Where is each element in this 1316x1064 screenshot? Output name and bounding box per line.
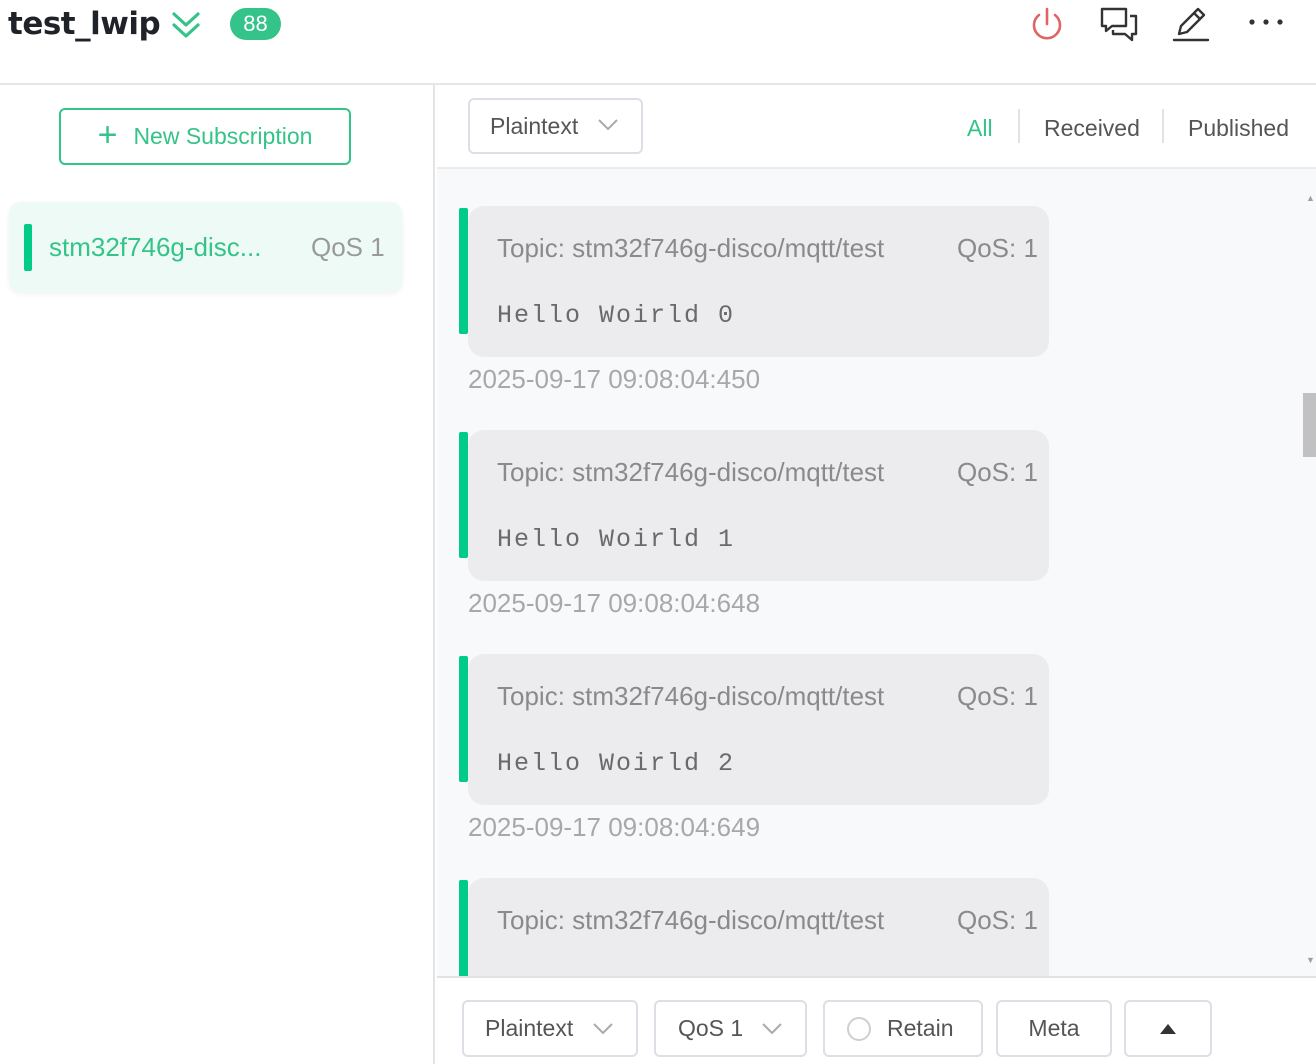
message-timestamp: 2025-09-17 09:08:04:649	[468, 812, 761, 842]
message-item[interactable]: Topic: stm32f746g-disco/mqtt/test QoS: 1…	[459, 206, 1049, 396]
scroll-down-arrow-icon[interactable]: ▼	[1306, 955, 1315, 965]
subscription-topic: stm32f746g-disc...	[49, 232, 262, 262]
chevron-down-icon	[593, 1023, 613, 1035]
new-subscription-button[interactable]: + New Subscription	[59, 108, 351, 165]
scrollbar-thumb[interactable]	[1303, 393, 1316, 457]
connection-header: test_lwip 88	[0, 0, 1316, 85]
connection-name: test_lwip	[8, 6, 161, 42]
message-toolbar: Plaintext All Received Published	[437, 85, 1316, 169]
publish-format-value: Plaintext	[485, 1015, 574, 1041]
message-timestamp: 2025-09-17 09:08:04:648	[468, 588, 761, 618]
chevron-down-icon	[762, 1023, 782, 1035]
message-bubble: Topic: stm32f746g-disco/mqtt/test QoS: 1	[468, 878, 1049, 976]
publish-bar: Plaintext QoS 1 Retain Meta	[437, 976, 1316, 1064]
message-timestamp: 2025-09-17 09:08:04:450	[468, 364, 761, 394]
message-item[interactable]: Topic: stm32f746g-disco/mqtt/test QoS: 1…	[459, 654, 1049, 844]
subscriptions-panel: + New Subscription stm32f746g-disc... Qo…	[0, 85, 435, 1064]
retain-radio[interactable]	[847, 1016, 871, 1041]
filter-received-tab[interactable]: Received	[1044, 115, 1140, 142]
message-color-bar	[459, 880, 468, 976]
message-item[interactable]: Topic: stm32f746g-disco/mqtt/test QoS: 1…	[459, 430, 1049, 620]
subscription-color-bar	[24, 224, 32, 271]
message-bubble: Topic: stm32f746g-disco/mqtt/test QoS: 1…	[468, 654, 1049, 805]
message-payload: Hello Woirld 2	[497, 749, 736, 778]
chat-messages-icon[interactable]	[1099, 4, 1139, 44]
meta-label: Meta	[1028, 1015, 1080, 1041]
filter-all-tab[interactable]: All	[967, 115, 993, 142]
payload-format-value: Plaintext	[490, 112, 579, 139]
more-options-icon[interactable]	[1246, 4, 1286, 44]
collapse-chevrons-icon[interactable]	[168, 8, 204, 44]
message-item[interactable]: Topic: stm32f746g-disco/mqtt/test QoS: 1	[459, 878, 1049, 976]
message-payload: Hello Woirld 0	[497, 301, 736, 330]
message-color-bar	[459, 208, 468, 334]
scroll-up-arrow-icon[interactable]: ▲	[1306, 193, 1315, 203]
chevron-down-icon	[598, 119, 618, 131]
message-qos: QoS: 1	[957, 681, 1038, 711]
retain-label: Retain	[887, 1015, 954, 1041]
message-color-bar	[459, 432, 468, 558]
retain-toggle[interactable]: Retain	[823, 1000, 983, 1057]
publish-format-select[interactable]: Plaintext	[462, 1000, 638, 1057]
filter-divider	[1162, 109, 1164, 143]
message-bubble: Topic: stm32f746g-disco/mqtt/test QoS: 1…	[468, 206, 1049, 357]
filter-published-tab[interactable]: Published	[1188, 115, 1289, 142]
meta-button[interactable]: Meta	[996, 1000, 1112, 1057]
message-qos: QoS: 1	[957, 233, 1038, 263]
plus-icon: +	[97, 115, 118, 154]
message-topic: Topic: stm32f746g-disco/mqtt/test	[497, 233, 885, 263]
disconnect-power-icon[interactable]	[1027, 4, 1067, 44]
filter-divider	[1018, 109, 1020, 143]
new-subscription-label: New Subscription	[133, 123, 313, 149]
message-topic: Topic: stm32f746g-disco/mqtt/test	[497, 905, 885, 935]
message-count-badge: 88	[230, 8, 281, 40]
message-topic: Topic: stm32f746g-disco/mqtt/test	[497, 681, 885, 711]
message-topic: Topic: stm32f746g-disco/mqtt/test	[497, 457, 885, 487]
publish-qos-select[interactable]: QoS 1	[654, 1000, 807, 1057]
subscription-qos: QoS 1	[311, 232, 385, 262]
publish-qos-value: QoS 1	[678, 1015, 744, 1041]
edit-pencil-icon[interactable]	[1171, 4, 1211, 44]
message-qos: QoS: 1	[957, 905, 1038, 935]
subscription-item[interactable]: stm32f746g-disc... QoS 1	[9, 202, 402, 292]
payload-format-select[interactable]: Plaintext	[468, 98, 643, 154]
message-qos: QoS: 1	[957, 457, 1038, 487]
message-color-bar	[459, 656, 468, 782]
caret-up-icon	[1160, 1023, 1176, 1034]
message-bubble: Topic: stm32f746g-disco/mqtt/test QoS: 1…	[468, 430, 1049, 581]
expand-publish-button[interactable]	[1124, 1000, 1212, 1057]
message-payload: Hello Woirld 1	[497, 525, 736, 554]
message-list: Plaintext All Received Published Topic: …	[437, 85, 1316, 976]
